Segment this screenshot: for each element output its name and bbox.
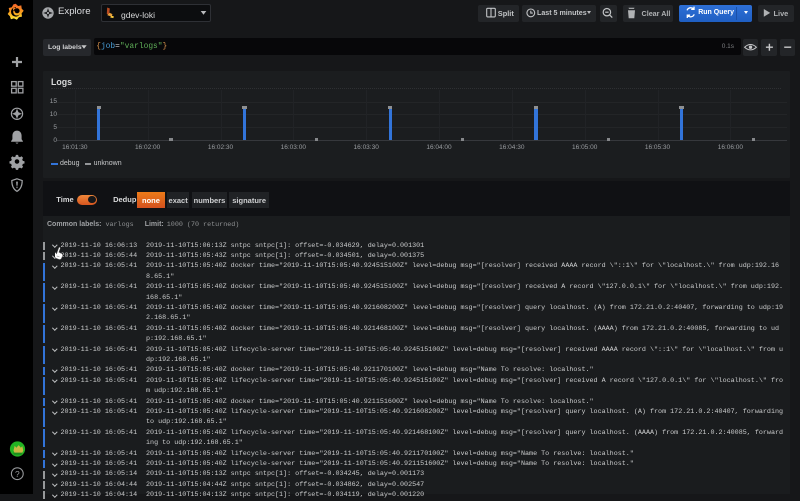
svg-text:?: ? bbox=[15, 469, 20, 479]
